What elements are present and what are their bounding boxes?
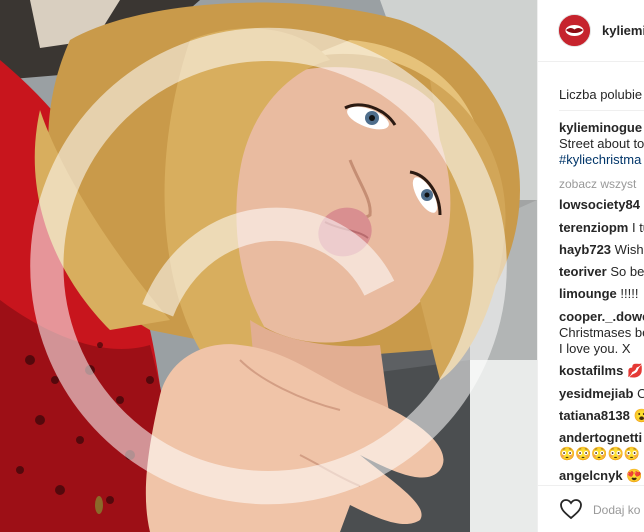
list-item: limounge !!!!!	[559, 286, 638, 302]
header-username[interactable]: kyliemi	[602, 23, 644, 38]
add-comment-input[interactable]: Dodaj ko	[593, 503, 640, 517]
divider	[559, 110, 644, 111]
list-item: teoriver So be	[559, 264, 644, 280]
list-item: hayb723 Wish	[559, 242, 644, 258]
comment-text: 😳😳😳😳😳	[559, 446, 640, 461]
post-header: kyliemi	[538, 0, 644, 62]
caption-line-1: Street about to	[559, 136, 644, 151]
post-photo[interactable]	[0, 0, 537, 532]
comment-username[interactable]: cooper._.dowe	[559, 309, 644, 324]
comment-text: I love you. X	[559, 341, 631, 356]
comment-text: !!!!!	[620, 286, 639, 301]
list-item: andertognetti	[559, 430, 642, 446]
list-item: lowsociety84 (	[559, 197, 644, 213]
likes-count[interactable]: Liczba polubie	[559, 87, 642, 102]
caption-username[interactable]: kylieminogue	[559, 120, 642, 135]
comment-text: 😍 😍	[626, 468, 644, 483]
comment-username[interactable]: kostafilms	[559, 363, 623, 378]
comment-text: So be	[610, 264, 644, 279]
comment-text: 😮	[633, 408, 644, 423]
caption-hashtag[interactable]: #kyliechristma	[559, 152, 641, 168]
post-sidebar: kyliemi Liczba polubie kylieminogue Stre…	[537, 0, 644, 532]
view-all-comments-link[interactable]: zobacz wszyst	[559, 176, 636, 192]
comment-username[interactable]: lowsociety84	[559, 197, 640, 212]
comment-username[interactable]: hayb723	[559, 242, 611, 257]
comment-username[interactable]: limounge	[559, 286, 617, 301]
comment-text: O	[637, 386, 644, 401]
lips-avatar-icon	[559, 15, 590, 46]
comment-username[interactable]: yesidmejiab	[559, 386, 633, 401]
list-item: yesidmejiab O	[559, 386, 644, 402]
list-item: terenziopm I tu	[559, 220, 644, 236]
comment-username[interactable]: tatiana8138	[559, 408, 630, 423]
heart-icon[interactable]	[559, 498, 583, 520]
comment-username[interactable]: terenziopm	[559, 220, 628, 235]
comment-username[interactable]: teoriver	[559, 264, 607, 279]
list-item: cooper._.dowe	[559, 309, 644, 325]
comment-text: Wish	[614, 242, 644, 257]
list-item: angelcnyk 😍 😍	[559, 468, 644, 484]
comment-text: I tu	[631, 220, 644, 235]
list-item: tatiana8138 😮	[559, 408, 644, 424]
caption: kylieminogue	[559, 120, 642, 136]
comment-username[interactable]: angelcnyk	[559, 468, 623, 483]
list-item: kostafilms 💋	[559, 363, 643, 379]
comment-text: 💋	[626, 363, 644, 378]
avatar[interactable]	[558, 14, 591, 47]
watermark-logo-icon	[30, 27, 507, 505]
comment-username[interactable]: andertognetti	[559, 430, 642, 445]
post-footer: Dodaj ko	[538, 485, 644, 532]
comment-text: Christmases be	[559, 325, 644, 340]
